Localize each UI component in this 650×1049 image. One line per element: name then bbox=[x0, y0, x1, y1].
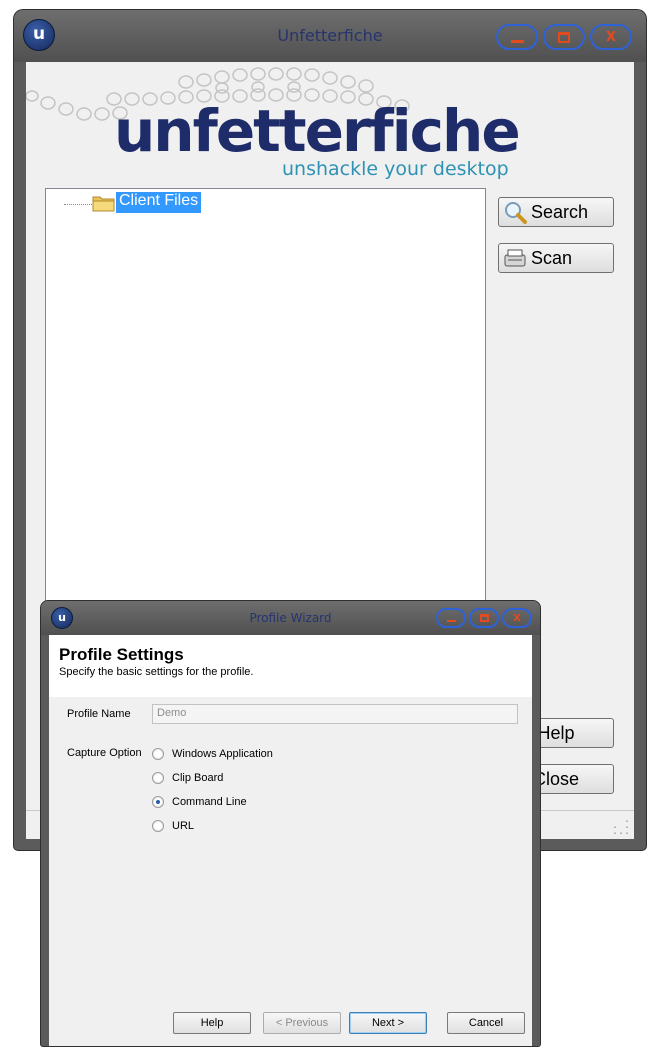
close-window-button[interactable]: X bbox=[590, 24, 632, 50]
search-button-label: Search bbox=[531, 201, 589, 222]
help-button-label: Help bbox=[537, 722, 575, 743]
wizard-help-button[interactable]: Help bbox=[173, 1012, 251, 1034]
radio-button-icon bbox=[152, 820, 164, 832]
profile-name-input[interactable]: Demo bbox=[152, 704, 518, 724]
wizard-cancel-button[interactable]: Cancel bbox=[447, 1012, 525, 1034]
profile-wizard-window: u Profile Wizard X Profile Settings Spec… bbox=[41, 601, 540, 1046]
maximize-icon bbox=[558, 31, 570, 43]
radio-button-selected-icon bbox=[152, 796, 164, 808]
tree-connector-line bbox=[64, 204, 94, 205]
radio-button-icon bbox=[152, 748, 164, 760]
wizard-caption-buttons: X bbox=[436, 608, 532, 628]
scan-button-label: Scan bbox=[531, 247, 573, 268]
radio-command-line[interactable]: Command Line bbox=[152, 794, 247, 810]
wizard-header-subtitle: Specify the basic settings for the profi… bbox=[59, 666, 254, 678]
search-button[interactable]: Search bbox=[498, 197, 614, 227]
folder-icon bbox=[92, 196, 115, 212]
wizard-close-button[interactable]: X bbox=[502, 608, 532, 628]
radio-label: Clip Board bbox=[172, 772, 224, 784]
wizard-header: Profile Settings Specify the basic setti… bbox=[49, 635, 532, 697]
main-titlebar[interactable]: u Unfetterfiche X bbox=[14, 10, 646, 62]
maximize-icon bbox=[479, 614, 489, 622]
capture-option-label: Capture Option bbox=[67, 747, 142, 759]
search-icon bbox=[505, 202, 527, 224]
close-icon: X bbox=[513, 612, 521, 624]
wizard-previous-button[interactable]: < Previous bbox=[263, 1012, 341, 1034]
maximize-button[interactable] bbox=[543, 24, 585, 50]
resize-grip-icon[interactable]: .. .... bbox=[612, 815, 630, 837]
tree-node-client-files[interactable]: Client Files bbox=[116, 192, 202, 213]
close-icon: X bbox=[605, 29, 617, 45]
radio-label: Windows Application bbox=[172, 748, 273, 760]
wizard-titlebar[interactable]: u Profile Wizard X bbox=[41, 601, 540, 635]
radio-url[interactable]: URL bbox=[152, 818, 194, 834]
wizard-client-area: Profile Settings Specify the basic setti… bbox=[49, 635, 532, 1046]
scanner-icon bbox=[504, 249, 526, 267]
wizard-next-button[interactable]: Next > bbox=[349, 1012, 427, 1034]
radio-clip-board[interactable]: Clip Board bbox=[152, 770, 223, 786]
logo-wordmark: unfetterfiche bbox=[114, 97, 521, 165]
minimize-icon bbox=[510, 39, 524, 43]
radio-label: Command Line bbox=[172, 796, 247, 808]
radio-label: URL bbox=[172, 820, 195, 832]
scan-button[interactable]: Scan bbox=[498, 243, 614, 273]
minimize-icon bbox=[446, 620, 456, 622]
radio-windows-application[interactable]: Windows Application bbox=[152, 746, 273, 762]
wizard-maximize-button[interactable] bbox=[469, 608, 499, 628]
wizard-minimize-button[interactable] bbox=[436, 608, 466, 628]
radio-button-icon bbox=[152, 772, 164, 784]
caption-buttons: X bbox=[496, 24, 632, 50]
wizard-header-title: Profile Settings bbox=[59, 645, 184, 664]
profile-name-label: Profile Name bbox=[67, 708, 131, 720]
minimize-button[interactable] bbox=[496, 24, 538, 50]
logo-tagline: unshackle your desktop bbox=[282, 158, 509, 180]
